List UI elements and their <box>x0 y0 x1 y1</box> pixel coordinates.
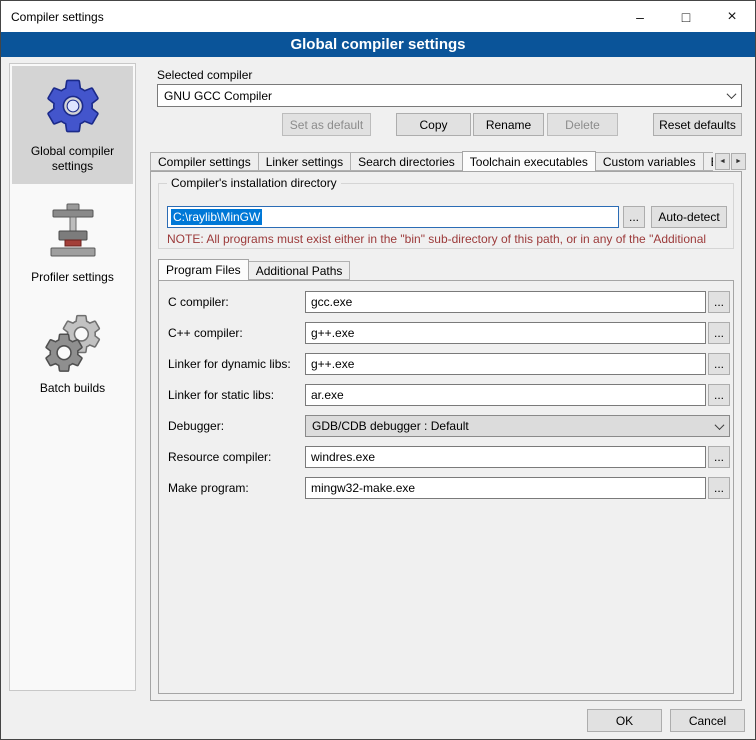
minimize-icon: – <box>636 9 644 25</box>
settings-category-sidebar: Global compiler settings Profiler settin… <box>9 63 136 691</box>
make-program-input[interactable] <box>305 477 706 499</box>
cancel-button[interactable]: Cancel <box>670 709 745 732</box>
settings-tabs: Compiler settings Linker settings Search… <box>150 150 713 172</box>
right-arrow-icon: ► <box>735 158 742 165</box>
sidebar-item-label: Global compiler settings <box>17 144 129 174</box>
debugger-label: Debugger: <box>168 418 224 434</box>
c-compiler-label: C compiler: <box>168 294 229 310</box>
copy-button[interactable]: Copy <box>396 113 471 136</box>
close-button[interactable]: × <box>709 1 755 32</box>
titlebar: Compiler settings – □ × <box>1 1 755 32</box>
left-arrow-icon: ◄ <box>719 158 726 165</box>
chevron-down-icon <box>721 85 741 106</box>
dynamic-linker-input[interactable] <box>305 353 706 375</box>
note-text: NOTE: All programs must exist either in … <box>167 232 733 246</box>
tab-program-files[interactable]: Program Files <box>158 259 249 281</box>
close-icon: × <box>727 8 736 26</box>
c-compiler-browse-button[interactable]: ... <box>708 291 730 313</box>
debugger-value: GDB/CDB debugger : Default <box>312 419 469 433</box>
clamp-tool-icon <box>41 200 105 264</box>
installation-directory-group-title: Compiler's installation directory <box>167 176 341 190</box>
cpp-compiler-input[interactable] <box>305 322 706 344</box>
tab-scroll-left-button[interactable]: ◄ <box>715 153 730 170</box>
dynamic-linker-browse-button[interactable]: ... <box>708 353 730 375</box>
static-linker-input[interactable] <box>305 384 706 406</box>
make-program-label: Make program: <box>168 480 249 496</box>
installation-directory-value: C:\raylib\MinGW <box>171 209 262 225</box>
selected-compiler-dropdown[interactable]: GNU GCC Compiler <box>157 84 742 107</box>
resource-compiler-label: Resource compiler: <box>168 449 271 465</box>
debugger-dropdown[interactable]: GDB/CDB debugger : Default <box>305 415 730 437</box>
set-as-default-button: Set as default <box>282 113 371 136</box>
static-linker-label: Linker for static libs: <box>168 387 274 403</box>
tab-linker-settings[interactable]: Linker settings <box>258 152 351 171</box>
window-title: Compiler settings <box>1 10 104 24</box>
tab-scroll-right-button[interactable]: ► <box>731 153 746 170</box>
sidebar-item-global-compiler-settings[interactable]: Global compiler settings <box>12 66 133 184</box>
browse-directory-button[interactable]: ... <box>623 206 645 228</box>
make-program-browse-button[interactable]: ... <box>708 477 730 499</box>
rename-button[interactable]: Rename <box>473 113 544 136</box>
selected-compiler-label: Selected compiler <box>157 67 252 83</box>
ok-button[interactable]: OK <box>587 709 662 732</box>
delete-button: Delete <box>547 113 618 136</box>
compiler-settings-window: Compiler settings – □ × Global compiler … <box>0 0 756 740</box>
resource-compiler-browse-button[interactable]: ... <box>708 446 730 468</box>
tab-scroll-buttons: ◄ ► <box>714 153 746 170</box>
reset-defaults-button[interactable]: Reset defaults <box>653 113 742 136</box>
minimize-button[interactable]: – <box>617 1 663 32</box>
sidebar-item-label: Batch builds <box>40 381 105 396</box>
stacked-gears-icon <box>41 311 105 375</box>
sidebar-item-profiler-settings[interactable]: Profiler settings <box>12 192 133 295</box>
gear-icon <box>41 74 105 138</box>
sidebar-item-batch-builds[interactable]: Batch builds <box>12 303 133 406</box>
maximize-icon: □ <box>682 9 690 25</box>
selected-compiler-value: GNU GCC Compiler <box>164 89 272 103</box>
sidebar-item-label: Profiler settings <box>31 270 114 285</box>
auto-detect-button[interactable]: Auto-detect <box>651 206 727 228</box>
tab-search-directories[interactable]: Search directories <box>350 152 463 171</box>
c-compiler-input[interactable] <box>305 291 706 313</box>
cpp-compiler-browse-button[interactable]: ... <box>708 322 730 344</box>
tab-custom-variables[interactable]: Custom variables <box>595 152 704 171</box>
dynamic-linker-label: Linker for dynamic libs: <box>168 356 291 372</box>
resource-compiler-input[interactable] <box>305 446 706 468</box>
caption-buttons: – □ × <box>617 1 755 32</box>
tab-toolchain-executables[interactable]: Toolchain executables <box>462 151 596 172</box>
maximize-button[interactable]: □ <box>663 1 709 32</box>
tab-additional-paths[interactable]: Additional Paths <box>248 261 351 280</box>
cpp-compiler-label: C++ compiler: <box>168 325 243 341</box>
installation-directory-input[interactable]: C:\raylib\MinGW <box>167 206 619 228</box>
chevron-down-icon <box>709 416 729 436</box>
program-files-tabs: Program Files Additional Paths <box>158 258 558 281</box>
static-linker-browse-button[interactable]: ... <box>708 384 730 406</box>
dialog-header: Global compiler settings <box>1 32 755 57</box>
tab-build-options[interactable]: Buil <box>703 152 713 171</box>
tab-compiler-settings[interactable]: Compiler settings <box>150 152 259 171</box>
